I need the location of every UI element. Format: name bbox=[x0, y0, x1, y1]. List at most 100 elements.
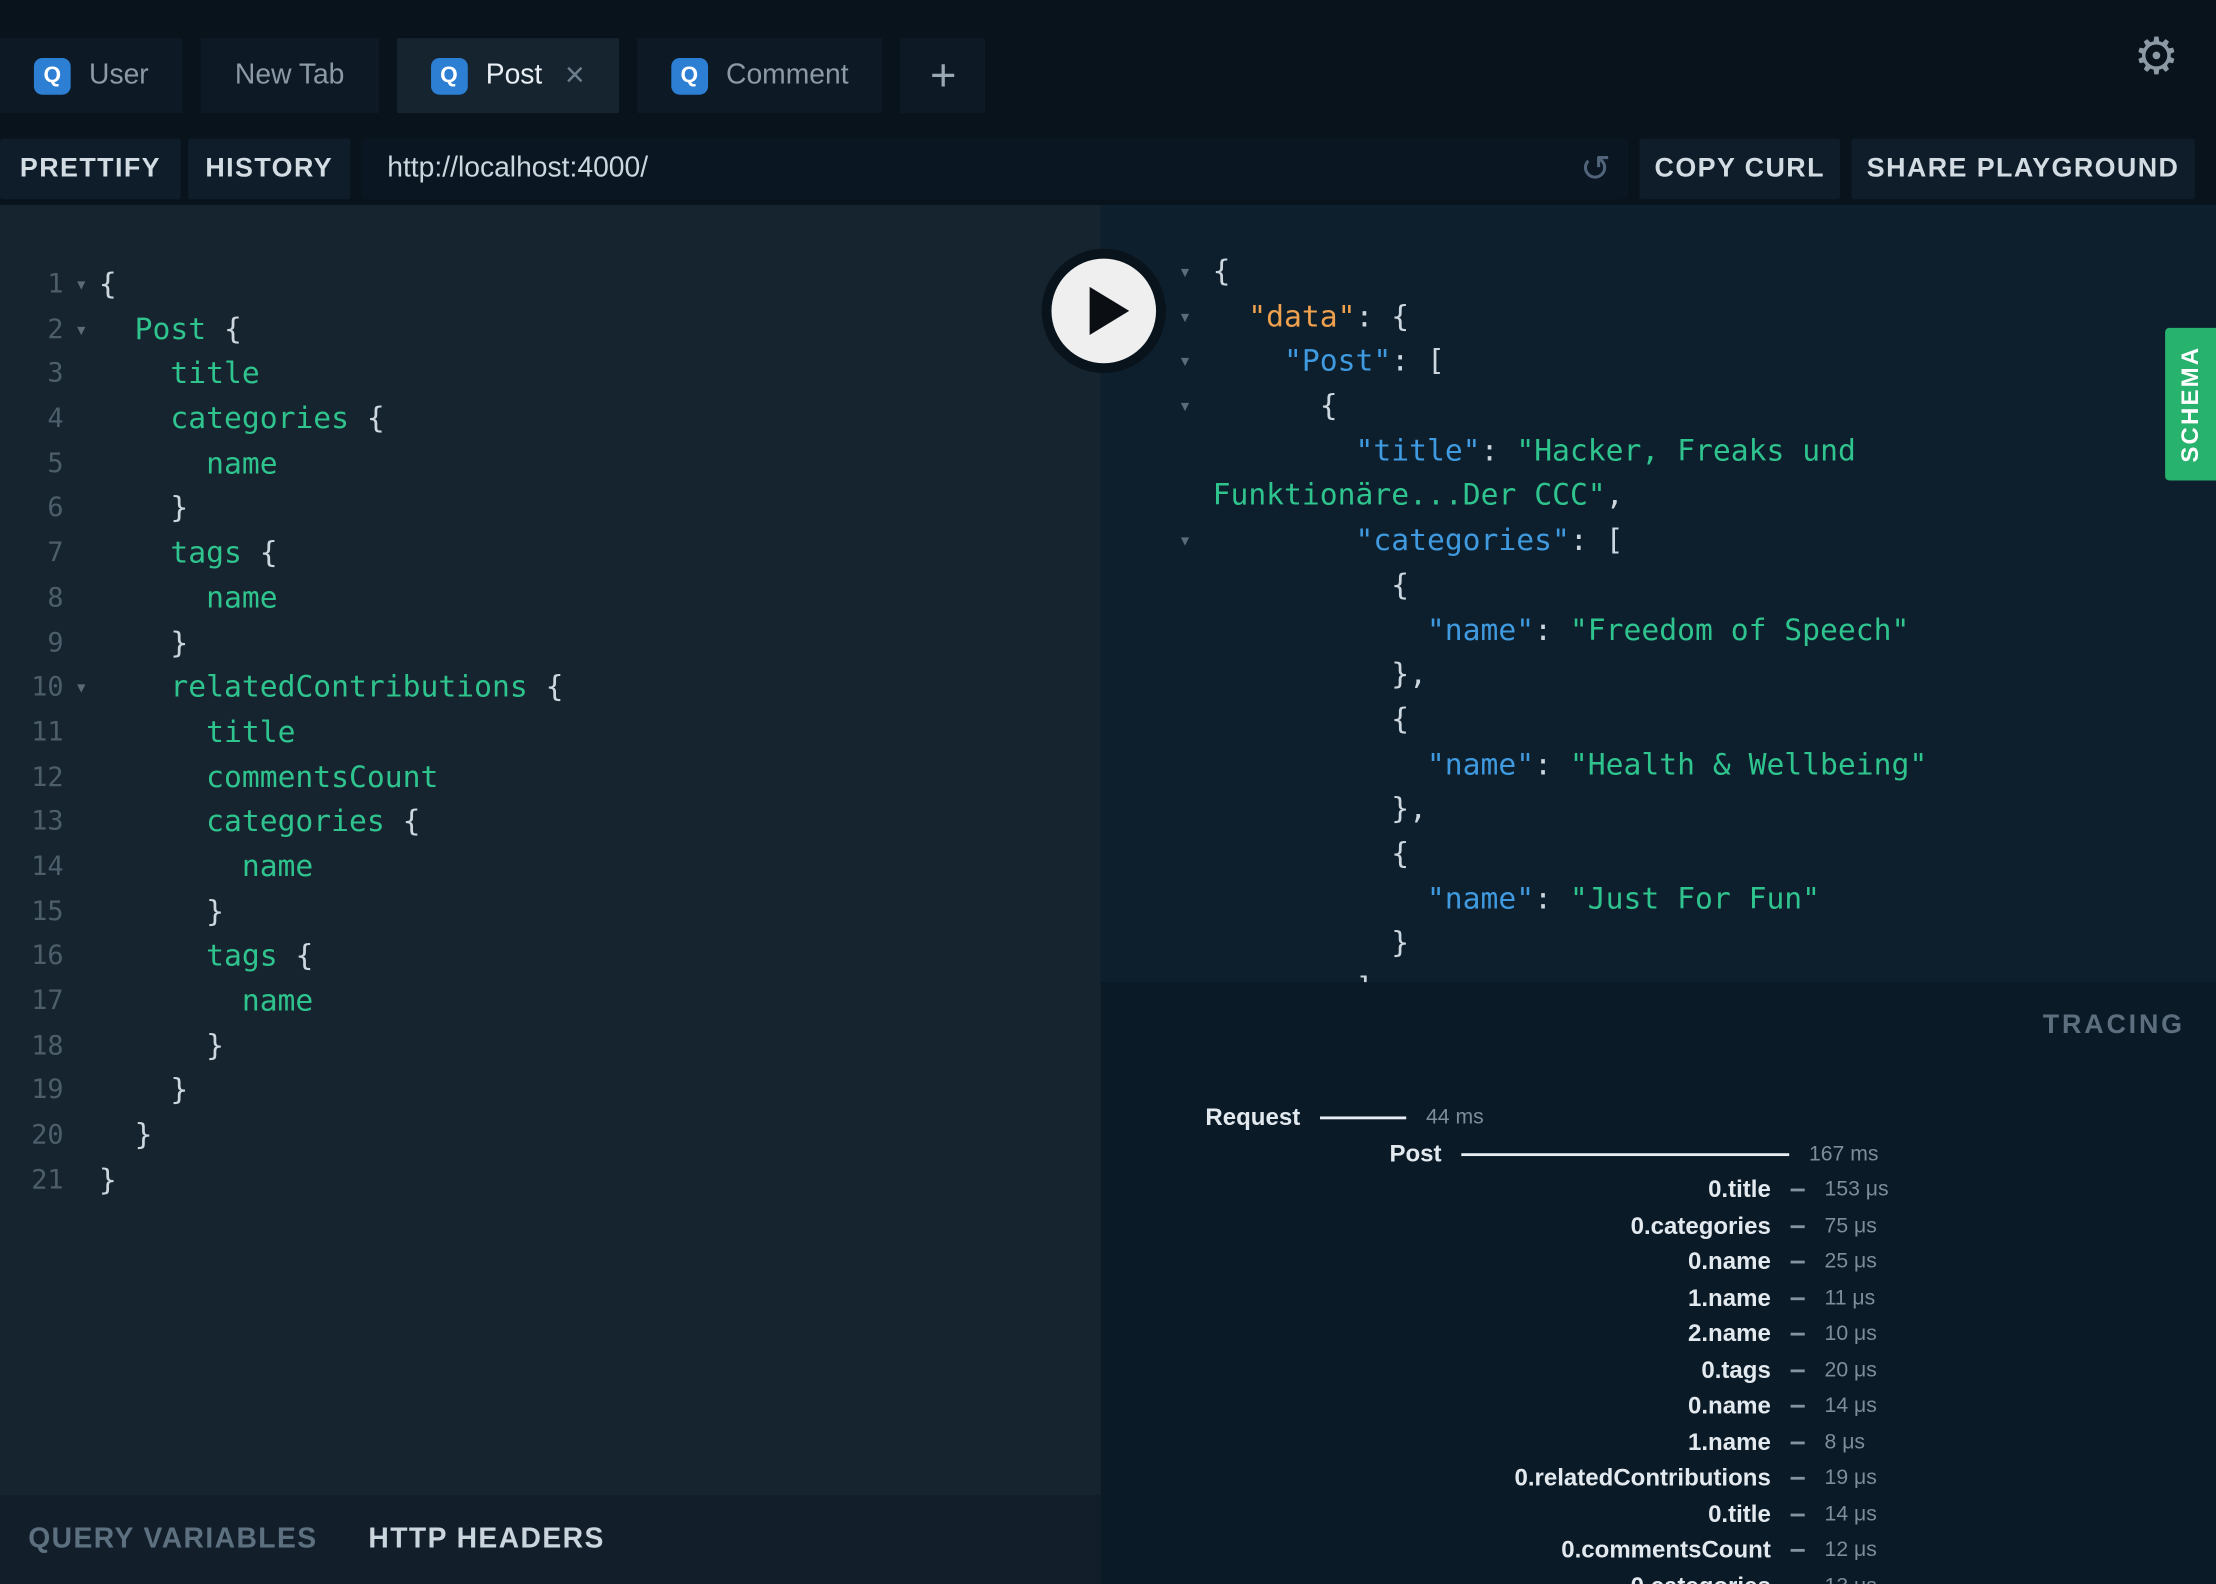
response-code: { bbox=[1213, 564, 1410, 609]
response-code: "Post": [ bbox=[1213, 340, 1445, 385]
response-code: "categories": [ bbox=[1213, 519, 1624, 564]
code-token: { bbox=[1391, 836, 1410, 871]
code-token: }, bbox=[1391, 791, 1427, 826]
close-icon[interactable]: × bbox=[565, 58, 585, 93]
query-code: categories { bbox=[99, 800, 420, 845]
trace-duration-value: 12 μs bbox=[1824, 1537, 1877, 1562]
response-line: "name": "Health & Wellbeing" bbox=[1179, 743, 2216, 788]
trace-label: 0.title bbox=[1708, 1500, 1771, 1528]
code-token: Funktionäre...Der CCC" bbox=[1212, 478, 1606, 513]
trace-label: 1.name bbox=[1688, 1428, 1771, 1455]
tab-post[interactable]: Q Post × bbox=[396, 38, 619, 114]
caret-slot bbox=[64, 1114, 99, 1159]
copy-curl-button[interactable]: COPY CURL bbox=[1639, 138, 1841, 200]
settings-gear-icon[interactable]: ⚙ bbox=[2134, 30, 2180, 82]
line-number: 6 bbox=[47, 492, 64, 524]
trace-duration-value: 13 μs bbox=[1825, 1568, 1877, 1584]
query-code: } bbox=[99, 1024, 224, 1069]
execute-button[interactable] bbox=[1041, 248, 1166, 374]
trace-label: 0.name bbox=[1688, 1247, 1771, 1275]
fold-caret-icon[interactable]: ▾ bbox=[1179, 519, 1213, 564]
tab-comment[interactable]: Q Comment bbox=[637, 38, 883, 114]
code-token: : bbox=[1534, 881, 1570, 916]
response-line: ▾ "data": { bbox=[1179, 295, 2216, 340]
query-line: 15} bbox=[0, 890, 1101, 935]
line-number: 12 bbox=[31, 761, 64, 793]
tab-label: New Tab bbox=[234, 59, 345, 91]
tab-new-tab[interactable]: New Tab bbox=[201, 38, 379, 114]
response-line: { bbox=[1179, 564, 2216, 609]
query-code: title bbox=[99, 352, 260, 397]
code-token: { bbox=[1212, 254, 1231, 289]
trace-duration-bar bbox=[1790, 1548, 1805, 1552]
caret-slot bbox=[64, 487, 99, 532]
query-code: name bbox=[99, 979, 313, 1024]
fold-caret-icon[interactable]: ▾ bbox=[1179, 250, 1213, 295]
editor-footer: QUERY VARIABLES HTTP HEADERS bbox=[0, 1495, 1101, 1584]
trace-duration-value: 153 μs bbox=[1824, 1177, 1889, 1202]
query-variables-tab[interactable]: QUERY VARIABLES bbox=[28, 1523, 317, 1556]
add-tab-button[interactable]: + bbox=[900, 38, 986, 114]
code-token: : [ bbox=[1569, 523, 1624, 558]
share-playground-button[interactable]: SHARE PLAYGROUND bbox=[1851, 138, 2195, 200]
query-line: 12 commentsCount bbox=[0, 755, 1101, 800]
query-line: 11 title bbox=[0, 711, 1101, 756]
trace-label: 1.name bbox=[1688, 1283, 1771, 1311]
caret-slot bbox=[64, 576, 99, 621]
endpoint-url-input[interactable] bbox=[361, 152, 1564, 186]
query-editor[interactable]: 1 ▾{2 ▾ Post {3 title 4 categories {5 name 6} 7 ta… bbox=[0, 204, 1101, 1496]
query-line: 6} bbox=[0, 487, 1101, 532]
fold-caret-icon[interactable]: ▾ bbox=[64, 308, 99, 353]
response-code: "title": "Hacker, Freaks und bbox=[1213, 429, 1855, 474]
caret-slot bbox=[64, 442, 99, 487]
response-code: Funktionäre...Der CCC", bbox=[1213, 474, 1624, 519]
response-line: "name": "Just For Fun" bbox=[1179, 877, 2216, 922]
caret-slot bbox=[64, 755, 99, 800]
line-number: 15 bbox=[31, 895, 64, 927]
query-code: name bbox=[99, 442, 277, 487]
caret-slot bbox=[64, 397, 99, 442]
line-number: 4 bbox=[47, 402, 64, 434]
caret-slot bbox=[64, 979, 99, 1024]
http-headers-tab[interactable]: HTTP HEADERS bbox=[368, 1523, 604, 1556]
fold-caret-icon[interactable]: ▾ bbox=[64, 666, 99, 711]
trace-row: 0.categories 13 μs bbox=[1101, 1568, 2216, 1584]
fold-caret-icon[interactable]: ▾ bbox=[1179, 384, 1213, 429]
query-badge-icon: Q bbox=[430, 57, 468, 94]
query-line: 7 tags { bbox=[0, 532, 1101, 577]
query-line: 10 ▾ relatedContributions { bbox=[0, 666, 1101, 711]
code-token: title bbox=[170, 356, 260, 391]
code-token: : bbox=[1480, 433, 1517, 468]
line-number: 7 bbox=[47, 537, 64, 569]
code-token: Post bbox=[134, 311, 207, 346]
fold-caret-icon[interactable]: ▾ bbox=[1179, 340, 1213, 385]
code-token: categories bbox=[170, 401, 350, 436]
query-badge-icon: Q bbox=[670, 57, 708, 94]
trace-row: 0.categories 75 μs bbox=[1101, 1208, 2216, 1244]
caret-slot bbox=[64, 1024, 99, 1069]
fold-caret-icon[interactable]: ▾ bbox=[1179, 295, 1213, 340]
trace-duration-value: 10 μs bbox=[1824, 1321, 1877, 1346]
caret-slot bbox=[64, 1159, 99, 1204]
caret-slot bbox=[64, 532, 99, 577]
query-code: title bbox=[99, 711, 295, 756]
history-button[interactable]: HISTORY bbox=[187, 138, 351, 200]
tab-user[interactable]: Q User bbox=[0, 38, 183, 114]
code-token: { bbox=[1391, 567, 1410, 602]
response-code: } bbox=[1213, 922, 1409, 967]
response-code: "name": "Freedom of Speech" bbox=[1213, 608, 1909, 653]
reload-schema-icon[interactable]: ↺ bbox=[1563, 147, 1628, 191]
query-line: 14 name bbox=[0, 845, 1101, 890]
query-line: 5 name bbox=[0, 442, 1101, 487]
trace-duration-bar bbox=[1790, 1296, 1805, 1300]
trace-row: Request 44 ms bbox=[1101, 1100, 2216, 1136]
prettify-button[interactable]: PRETTIFY bbox=[0, 138, 181, 200]
fold-caret-icon[interactable]: ▾ bbox=[64, 263, 99, 308]
trace-row: 0.tags 20 μs bbox=[1101, 1352, 2216, 1388]
line-number: 8 bbox=[47, 582, 64, 614]
schema-side-tab[interactable]: SCHEMA bbox=[2165, 327, 2216, 481]
query-line: 13 categories { bbox=[0, 800, 1101, 845]
query-code: name bbox=[99, 576, 277, 621]
trace-duration-bar bbox=[1790, 1224, 1805, 1228]
response-code: ] bbox=[1213, 967, 1373, 982]
